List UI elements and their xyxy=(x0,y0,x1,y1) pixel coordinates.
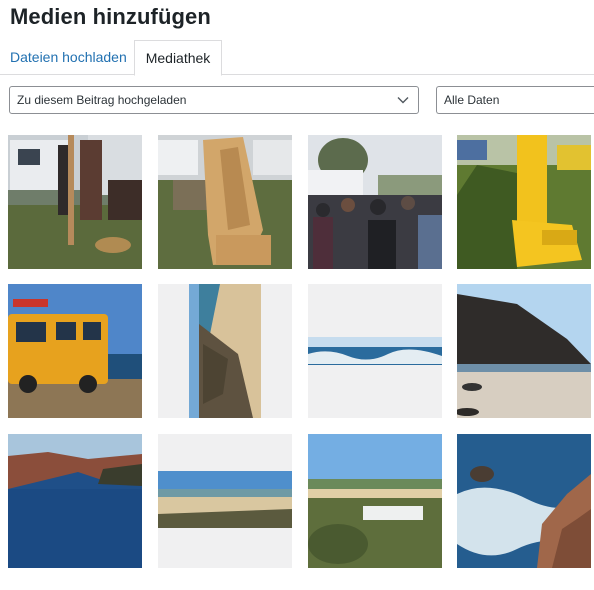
attachment-thumbnail[interactable] xyxy=(308,135,442,269)
date-filter-select[interactable]: Alle Daten xyxy=(436,86,594,114)
tab-media-library[interactable]: Mediathek xyxy=(134,40,222,76)
attachment-thumbnail[interactable] xyxy=(158,284,292,418)
photo-ocean-panorama xyxy=(308,284,442,418)
media-router-tabs: Dateien hochladen Mediathek xyxy=(0,40,594,76)
attachment-thumbnail[interactable] xyxy=(8,284,142,418)
attachment-thumbnail[interactable] xyxy=(8,434,142,568)
page-title: Medien hinzufügen xyxy=(10,4,211,29)
chevron-down-icon xyxy=(397,97,409,104)
photo-rocky-shore-waves xyxy=(457,434,591,568)
photo-sandy-beach-panorama xyxy=(158,434,292,568)
photo-beach-cliffs xyxy=(457,284,591,418)
photo-yellow-excavator xyxy=(457,135,591,269)
photo-wooden-sculpture xyxy=(158,135,292,269)
photo-bay-with-dunes xyxy=(308,434,442,568)
tab-upload-files[interactable]: Dateien hochladen xyxy=(0,40,137,75)
photo-beach-cliff-vertical xyxy=(158,284,292,418)
photo-market-crowd xyxy=(308,135,442,269)
photo-sea-cliffs xyxy=(8,434,142,568)
attachment-thumbnail[interactable] xyxy=(457,135,591,269)
attachment-thumbnail[interactable] xyxy=(308,284,442,418)
attachment-filter-select[interactable]: Zu diesem Beitrag hochgeladen xyxy=(9,86,419,114)
attachment-thumbnail[interactable] xyxy=(158,434,292,568)
attachment-filter-value: Zu diesem Beitrag hochgeladen xyxy=(17,93,187,107)
attachment-thumbnail[interactable] xyxy=(158,135,292,269)
attachment-thumbnail[interactable] xyxy=(8,135,142,269)
photo-camper-people xyxy=(8,135,142,269)
attachment-thumbnail[interactable] xyxy=(457,284,591,418)
photo-yellow-van xyxy=(8,284,142,418)
attachment-thumbnail[interactable] xyxy=(308,434,442,568)
attachment-thumbnail[interactable] xyxy=(457,434,591,568)
date-filter-value: Alle Daten xyxy=(444,93,500,107)
